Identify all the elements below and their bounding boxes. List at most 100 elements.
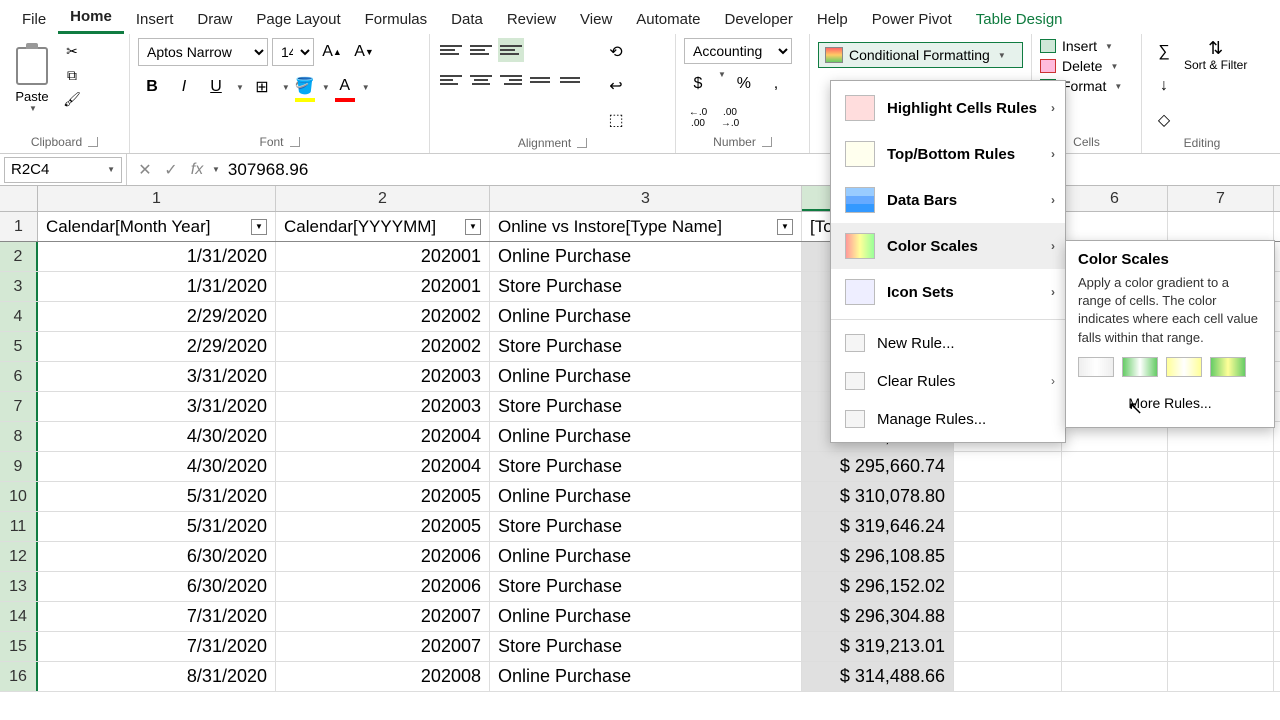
cell[interactable]: Online Purchase xyxy=(490,302,802,331)
row-header-1[interactable]: 1 xyxy=(0,212,38,241)
tab-view[interactable]: View xyxy=(568,5,624,34)
cell[interactable]: Store Purchase xyxy=(490,632,802,661)
increase-decimal-icon[interactable]: ←.0.00 xyxy=(684,104,712,132)
filter-icon[interactable]: ▼ xyxy=(777,219,793,235)
fill-icon[interactable]: ↓ xyxy=(1150,72,1178,100)
cell[interactable] xyxy=(1168,602,1274,631)
cell[interactable] xyxy=(1168,632,1274,661)
tab-page-layout[interactable]: Page Layout xyxy=(244,5,352,34)
row-header[interactable]: 3 xyxy=(0,272,38,301)
row-header[interactable]: 14 xyxy=(0,602,38,631)
percent-icon[interactable]: % xyxy=(730,70,758,98)
chevron-down-icon[interactable]: ▼ xyxy=(212,165,220,174)
cell[interactable] xyxy=(1062,602,1168,631)
cancel-formula-icon[interactable]: ✕ xyxy=(132,160,158,180)
cell[interactable] xyxy=(954,542,1062,571)
select-all-corner[interactable] xyxy=(0,186,38,211)
insert-cells-button[interactable]: Insert▼ xyxy=(1040,38,1133,54)
cell[interactable] xyxy=(954,602,1062,631)
tab-file[interactable]: File xyxy=(10,5,58,34)
color-scale-option-1[interactable] xyxy=(1078,357,1114,377)
font-name-select[interactable]: Aptos Narrow xyxy=(138,38,268,66)
cell[interactable]: 202003 xyxy=(276,392,490,421)
align-left-icon[interactable] xyxy=(438,68,464,92)
cell[interactable] xyxy=(954,452,1062,481)
number-format-select[interactable]: Accounting xyxy=(684,38,792,64)
cell[interactable] xyxy=(1062,482,1168,511)
filter-icon[interactable]: ▼ xyxy=(465,219,481,235)
formula-input[interactable] xyxy=(220,157,1280,183)
cell[interactable]: $ 296,108.85 xyxy=(802,542,954,571)
cell[interactable] xyxy=(1062,452,1168,481)
format-painter-icon[interactable]: 🖌 xyxy=(62,90,82,108)
cell[interactable] xyxy=(954,482,1062,511)
cell[interactable]: 202008 xyxy=(276,662,490,691)
dialog-launcher-icon[interactable] xyxy=(290,137,300,147)
cf-color-scales[interactable]: Color Scales › xyxy=(831,223,1065,269)
decrease-decimal-icon[interactable]: .00→.0 xyxy=(716,104,744,132)
tab-review[interactable]: Review xyxy=(495,5,568,34)
cf-manage-rules[interactable]: Manage Rules... xyxy=(831,400,1065,438)
cell[interactable]: $ 319,646.24 xyxy=(802,512,954,541)
cf-top-bottom-rules[interactable]: Top/Bottom Rules › xyxy=(831,131,1065,177)
cell[interactable]: 2/29/2020 xyxy=(38,302,276,331)
tab-home[interactable]: Home xyxy=(58,2,124,34)
bold-button[interactable]: B xyxy=(138,73,166,101)
cell[interactable]: 202006 xyxy=(276,572,490,601)
column-header-cell[interactable]: Calendar[YYYYMM]▼ xyxy=(276,212,490,241)
cell[interactable] xyxy=(954,662,1062,691)
cell[interactable] xyxy=(1062,542,1168,571)
col-header-3[interactable]: 3 xyxy=(490,186,802,211)
conditional-formatting-button[interactable]: Conditional Formatting ▼ xyxy=(818,42,1023,68)
cell[interactable]: 202007 xyxy=(276,602,490,631)
paste-button[interactable]: Paste ▼ xyxy=(8,38,56,122)
row-header[interactable]: 16 xyxy=(0,662,38,691)
cell[interactable]: 5/31/2020 xyxy=(38,482,276,511)
cell[interactable]: Store Purchase xyxy=(490,332,802,361)
merge-icon[interactable]: ⬚ xyxy=(602,106,630,134)
cell[interactable]: $ 296,304.88 xyxy=(802,602,954,631)
tab-draw[interactable]: Draw xyxy=(185,5,244,34)
cell[interactable]: 202002 xyxy=(276,302,490,331)
tab-power-pivot[interactable]: Power Pivot xyxy=(860,5,964,34)
fill-color-icon[interactable]: 🪣 xyxy=(294,72,316,100)
align-bottom-icon[interactable] xyxy=(498,38,524,62)
tab-automate[interactable]: Automate xyxy=(624,5,712,34)
row-header[interactable]: 9 xyxy=(0,452,38,481)
orientation-icon[interactable]: ⟲ xyxy=(602,38,630,66)
tab-data[interactable]: Data xyxy=(439,5,495,34)
cell[interactable]: Store Purchase xyxy=(490,272,802,301)
cell[interactable] xyxy=(1168,662,1274,691)
increase-indent-icon[interactable] xyxy=(558,68,584,92)
column-header-cell[interactable]: Online vs Instore[Type Name]▼ xyxy=(490,212,802,241)
cell[interactable]: Online Purchase xyxy=(490,542,802,571)
row-header[interactable]: 5 xyxy=(0,332,38,361)
color-scale-option-2[interactable] xyxy=(1122,357,1158,377)
cell[interactable]: 202001 xyxy=(276,242,490,271)
cf-highlight-rules[interactable]: Highlight Cells Rules › xyxy=(831,85,1065,131)
delete-cells-button[interactable]: Delete▼ xyxy=(1040,58,1133,74)
row-header[interactable]: 10 xyxy=(0,482,38,511)
increase-font-icon[interactable]: A▲ xyxy=(318,38,346,66)
cut-icon[interactable]: ✂ xyxy=(62,42,82,60)
cell[interactable] xyxy=(954,572,1062,601)
cell[interactable]: $ 319,213.01 xyxy=(802,632,954,661)
cell[interactable]: 202007 xyxy=(276,632,490,661)
tab-table-design[interactable]: Table Design xyxy=(964,5,1075,34)
tab-insert[interactable]: Insert xyxy=(124,5,186,34)
tab-formulas[interactable]: Formulas xyxy=(353,5,440,34)
row-header[interactable]: 11 xyxy=(0,512,38,541)
chevron-down-icon[interactable]: ▼ xyxy=(718,70,726,98)
cf-data-bars[interactable]: Data Bars › xyxy=(831,177,1065,223)
cell[interactable] xyxy=(1168,572,1274,601)
cell[interactable]: $ 296,152.02 xyxy=(802,572,954,601)
row-header[interactable]: 12 xyxy=(0,542,38,571)
chevron-down-icon[interactable]: ▼ xyxy=(236,83,244,92)
cell[interactable]: 4/30/2020 xyxy=(38,422,276,451)
row-header[interactable]: 7 xyxy=(0,392,38,421)
currency-icon[interactable]: $ xyxy=(684,70,712,98)
col-header-7[interactable]: 7 xyxy=(1168,186,1274,211)
cell[interactable]: 202003 xyxy=(276,362,490,391)
cell[interactable] xyxy=(954,512,1062,541)
cell[interactable] xyxy=(1168,542,1274,571)
